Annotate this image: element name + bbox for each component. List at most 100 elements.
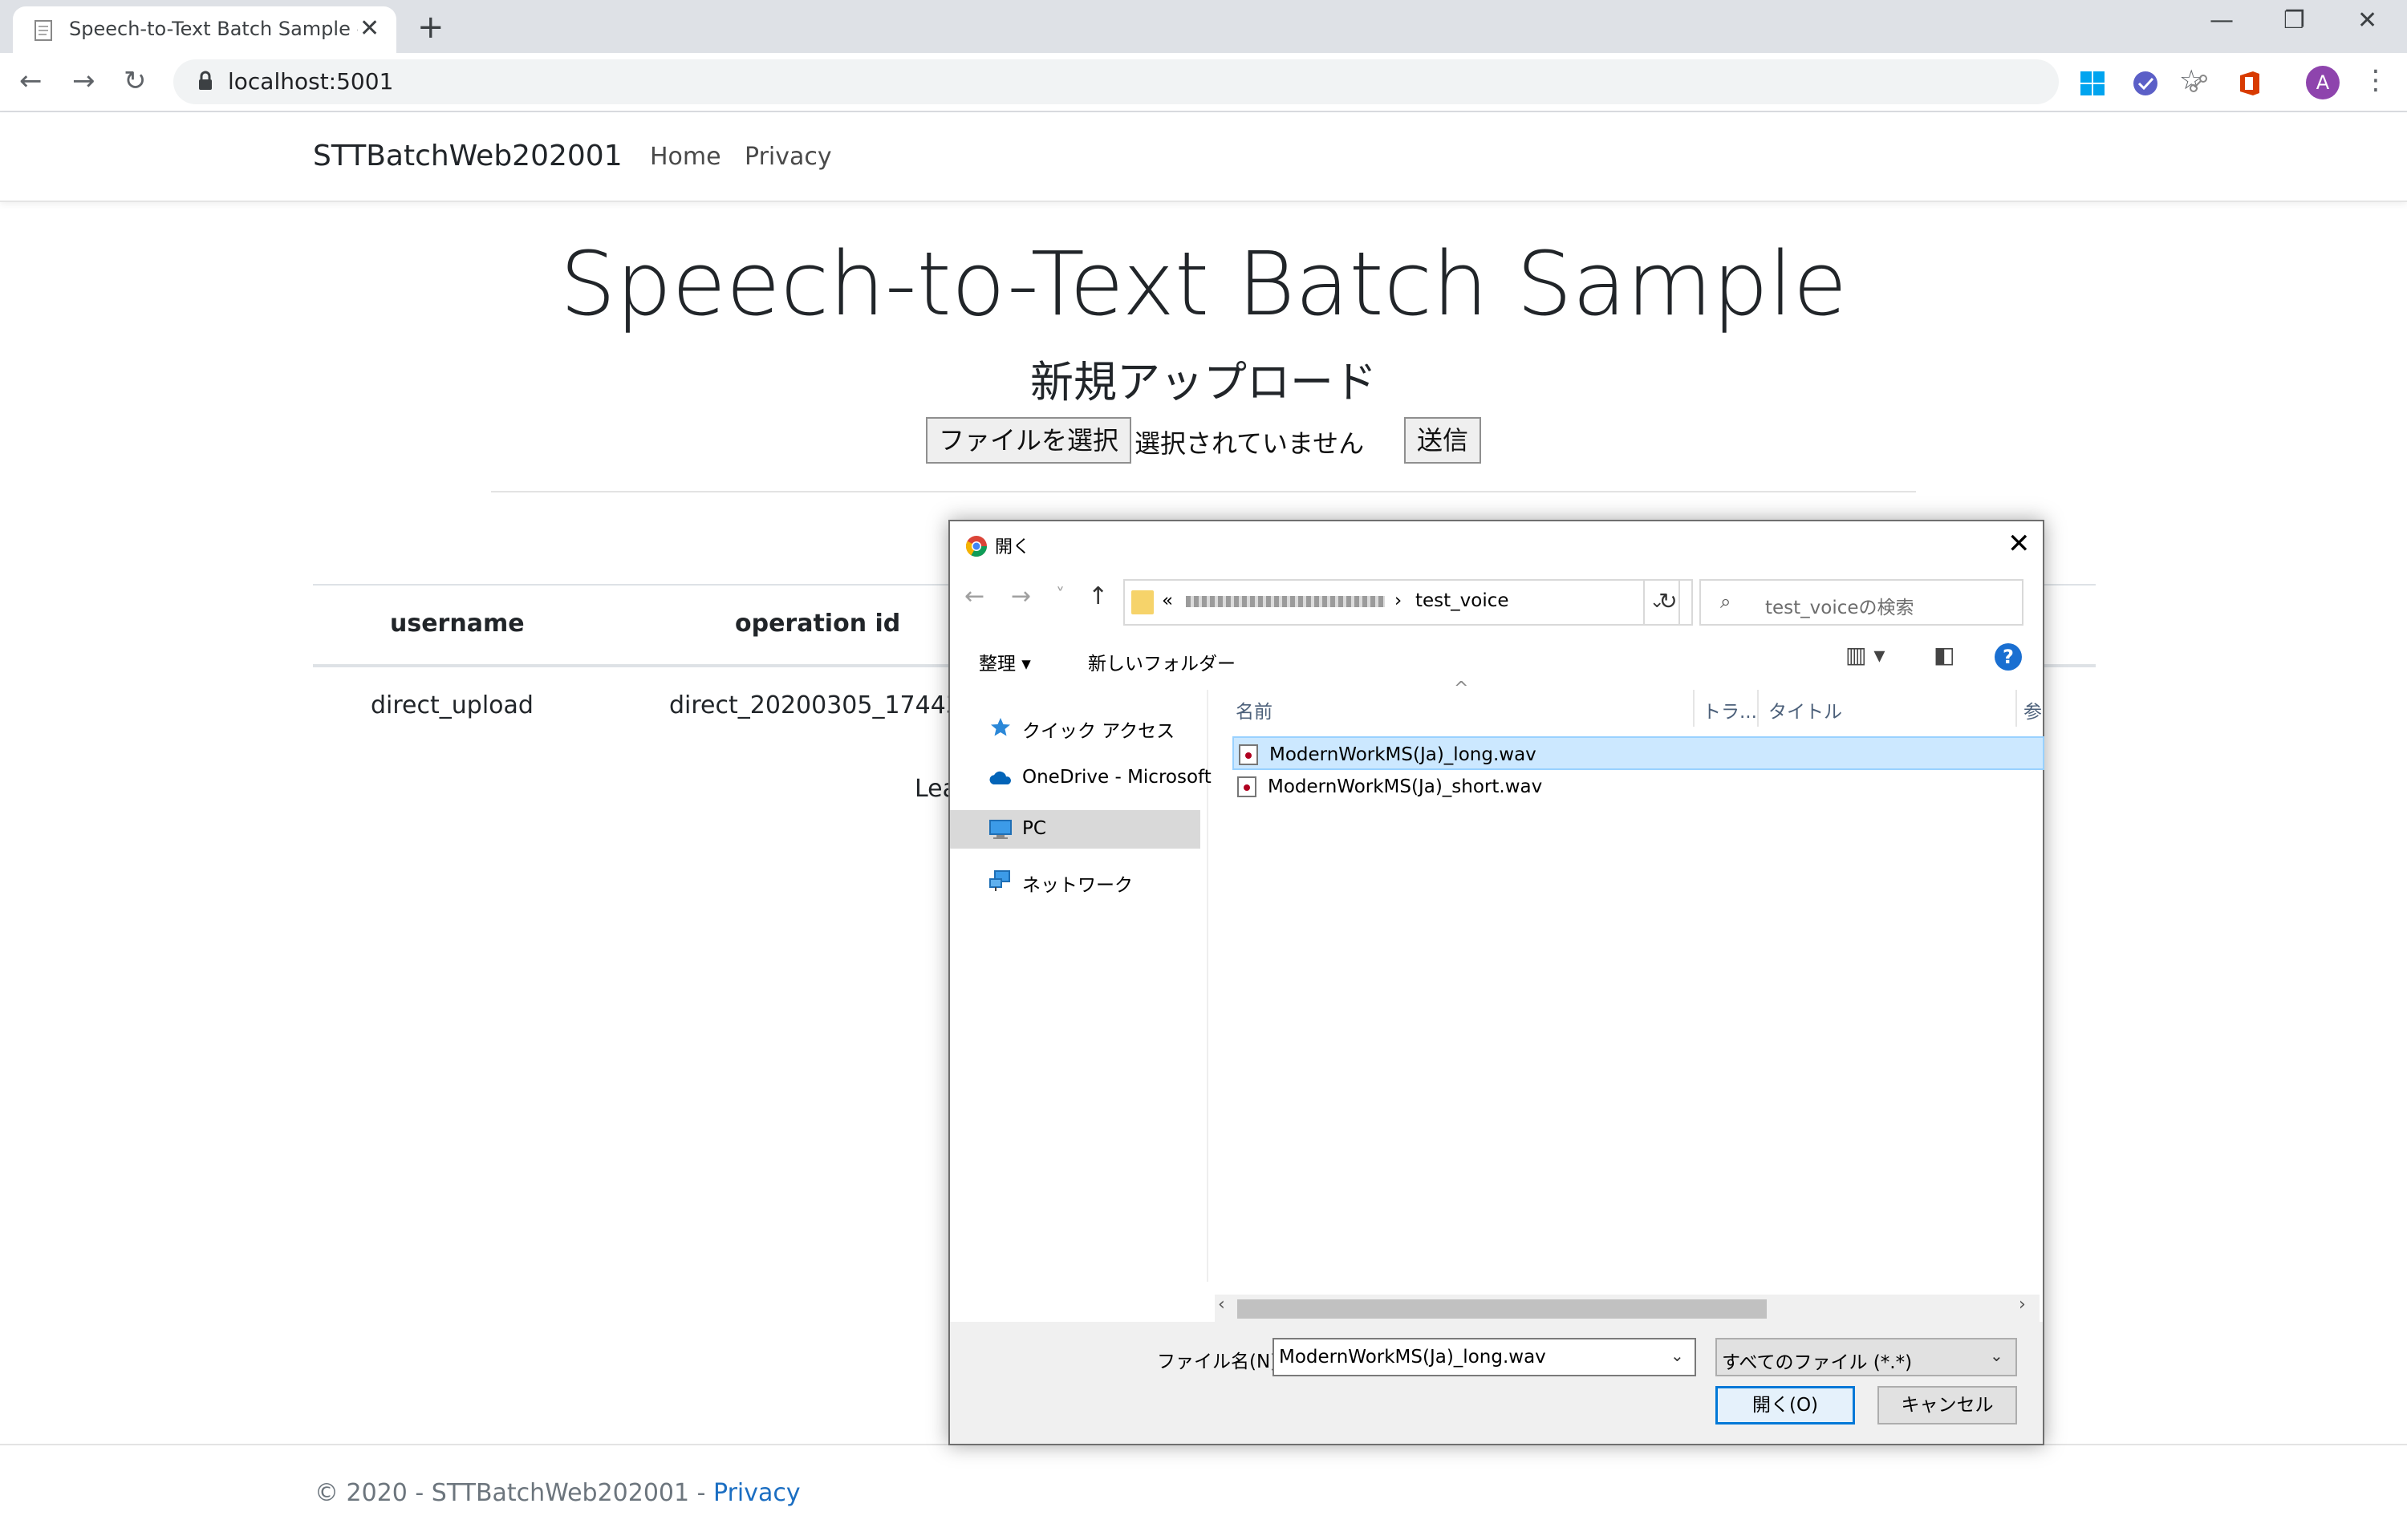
profile-avatar[interactable]: A <box>2306 66 2340 99</box>
footer-privacy-link[interactable]: Privacy <box>713 1479 801 1507</box>
minimize-button[interactable]: — <box>2210 6 2234 34</box>
column-header-operation-id: operation id <box>735 610 901 638</box>
file-name: ModernWorkMS(Ja)_short.wav <box>1268 776 1543 797</box>
dialog-forward-button[interactable]: → <box>1011 582 1031 610</box>
site-brand[interactable]: STTBatchWeb202001 <box>313 140 623 172</box>
dialog-close-button[interactable]: ✕ <box>2007 528 2031 560</box>
no-file-label: 選択されていません <box>1134 428 1365 459</box>
footer: © 2020 - STTBatchWeb202001 - Privacy <box>315 1479 801 1507</box>
chevron-down-icon[interactable]: ⌄ <box>1670 1346 1684 1365</box>
dialog-search-box[interactable]: ⌕ test_voiceの検索 <box>1699 579 2023 626</box>
dialog-refresh-button[interactable]: ↻ <box>1643 579 1693 626</box>
path-prefix: « <box>1162 590 1174 611</box>
network-icon <box>989 870 1010 891</box>
folder-icon <box>1131 590 1154 614</box>
recent-locations-button[interactable]: ˅ <box>1056 586 1065 606</box>
file-row[interactable]: ModernWorkMS(Ja)_short.wav <box>1232 770 2044 804</box>
tree-item-quick-access[interactable]: クイック アクセス <box>950 707 1200 746</box>
restore-button[interactable]: ❐ <box>2283 6 2305 34</box>
column-header-track[interactable]: トラ... <box>1703 696 1757 723</box>
file-type-value: すべてのファイル (*.*) <box>1722 1352 1913 1373</box>
page-title: Speech-to-Text Batch Sample <box>559 233 1848 335</box>
dialog-footer: ファイル名(N): ModernWorkMS(Ja)_long.wav ⌄ すべ… <box>950 1322 2043 1444</box>
cancel-button[interactable]: キャンセル <box>1877 1386 2017 1424</box>
file-name: ModernWorkMS(Ja)_long.wav <box>1269 744 1536 765</box>
tab-close-icon[interactable]: ✕ <box>359 14 380 43</box>
site-navbar: STTBatchWeb202001 Home Privacy <box>0 112 2407 202</box>
file-open-dialog: 開く ✕ ← → ˅ ↑ « › test_voice ⌄ ↻ ⌕ test_v… <box>948 520 2044 1445</box>
tree-item-label: クイック アクセス <box>1022 721 1175 742</box>
tree-item-onedrive[interactable]: OneDrive - Microsoft <box>950 759 1212 797</box>
column-separator[interactable] <box>1693 690 1695 727</box>
path-current-folder[interactable]: test_voice <box>1415 590 1509 611</box>
path-redacted <box>1186 590 1385 611</box>
column-separator[interactable] <box>2015 690 2017 727</box>
check-extension-icon[interactable] <box>2131 69 2160 98</box>
chevron-down-icon: ⌄ <box>1990 1346 2003 1365</box>
address-path[interactable]: « › test_voice ⌄ <box>1123 579 1680 626</box>
up-folder-button[interactable]: ↑ <box>1088 582 1108 610</box>
windows-extension-icon[interactable] <box>2078 69 2107 98</box>
browser-toolbar: ← → ↻ localhost:5001 ☆ A ⋮ <box>0 53 2407 112</box>
column-header-username: username <box>390 610 525 638</box>
forward-button[interactable]: → <box>72 66 95 96</box>
tab-title: Speech-to-Text Batch Sample - S <box>69 18 358 40</box>
scroll-right-icon[interactable]: › <box>2019 1295 2026 1315</box>
nav-home-link[interactable]: Home <box>650 143 721 171</box>
dialog-back-button[interactable]: ← <box>964 582 984 610</box>
open-button[interactable]: 開く(O) <box>1715 1386 1855 1424</box>
cloud-icon <box>989 771 1012 784</box>
column-header-extra[interactable]: 参 <box>2023 696 2042 723</box>
tree-item-network[interactable]: ネットワーク <box>950 861 1200 900</box>
url-text: localhost:5001 <box>228 68 394 95</box>
audio-file-icon <box>1237 776 1256 797</box>
window-close-button[interactable]: ✕ <box>2357 6 2377 34</box>
file-type-select[interactable]: すべてのファイル (*.*) ⌄ <box>1715 1338 2017 1376</box>
sort-ascending-icon: ^ <box>1454 679 1469 699</box>
footer-text: © 2020 - STTBatchWeb202001 - <box>315 1479 714 1507</box>
choose-file-button[interactable]: ファイルを選択 <box>926 417 1131 464</box>
table-cell-operation-id: direct_20200305_174434 <box>669 691 976 719</box>
page-icon <box>35 20 52 41</box>
address-bar[interactable]: localhost:5001 ☆ <box>173 59 2203 104</box>
back-button[interactable]: ← <box>19 66 43 96</box>
filename-input[interactable]: ModernWorkMS(Ja)_long.wav ⌄ <box>1273 1338 1696 1376</box>
filename-label: ファイル名(N): <box>1157 1352 1284 1372</box>
table-cell-username: direct_upload <box>371 691 534 719</box>
computer-icon <box>989 820 1012 839</box>
search-icon: ⌕ <box>1720 590 1731 613</box>
file-row[interactable]: ModernWorkMS(Ja)_long.wav <box>1232 736 2044 770</box>
tree-item-label: ネットワーク <box>1022 875 1133 896</box>
column-header-name[interactable]: 名前 <box>1236 696 1273 723</box>
nav-privacy-link[interactable]: Privacy <box>745 143 832 171</box>
divider <box>491 491 1916 492</box>
upload-heading: 新規アップロード <box>1030 357 1377 407</box>
office-extension-icon[interactable] <box>2235 69 2264 98</box>
tree-item-pc[interactable]: PC <box>950 810 1200 849</box>
scrollbar-thumb[interactable] <box>1237 1299 1767 1319</box>
column-separator[interactable] <box>1757 690 1759 727</box>
scroll-left-icon[interactable]: ‹ <box>1218 1295 1225 1315</box>
audio-file-icon <box>1239 744 1258 765</box>
chrome-icon <box>965 536 988 557</box>
help-icon[interactable]: ? <box>1995 643 2022 671</box>
new-tab-button[interactable]: + <box>417 10 444 45</box>
browser-menu-icon[interactable]: ⋮ <box>2362 64 2389 96</box>
horizontal-scrollbar[interactable]: ‹ › <box>1215 1295 2040 1322</box>
new-folder-button[interactable]: 新しいフォルダー <box>1088 648 1236 675</box>
column-header-title[interactable]: タイトル <box>1768 696 1842 723</box>
path-separator: › <box>1394 590 1402 611</box>
reload-button[interactable]: ↻ <box>124 66 147 96</box>
link-extension-icon[interactable] <box>2184 69 2213 98</box>
browser-tab[interactable]: Speech-to-Text Batch Sample - S ✕ <box>13 6 396 53</box>
submit-button[interactable]: 送信 <box>1404 417 1481 464</box>
search-placeholder: test_voiceの検索 <box>1765 598 1914 618</box>
preview-pane-icon[interactable]: ◧ <box>1934 642 1954 668</box>
view-options-icon[interactable]: ▥ ▾ <box>1845 642 1885 668</box>
organize-button[interactable]: 整理 ▾ <box>979 648 1031 675</box>
lock-icon <box>199 71 212 90</box>
navigation-pane: クイック アクセス OneDrive - Microsoft PC ネットワーク <box>950 690 1212 1282</box>
dialog-title: 開く <box>995 537 1031 557</box>
star-icon <box>991 718 1010 736</box>
browser-tabstrip: Speech-to-Text Batch Sample - S ✕ + — ❐ … <box>0 0 2407 53</box>
